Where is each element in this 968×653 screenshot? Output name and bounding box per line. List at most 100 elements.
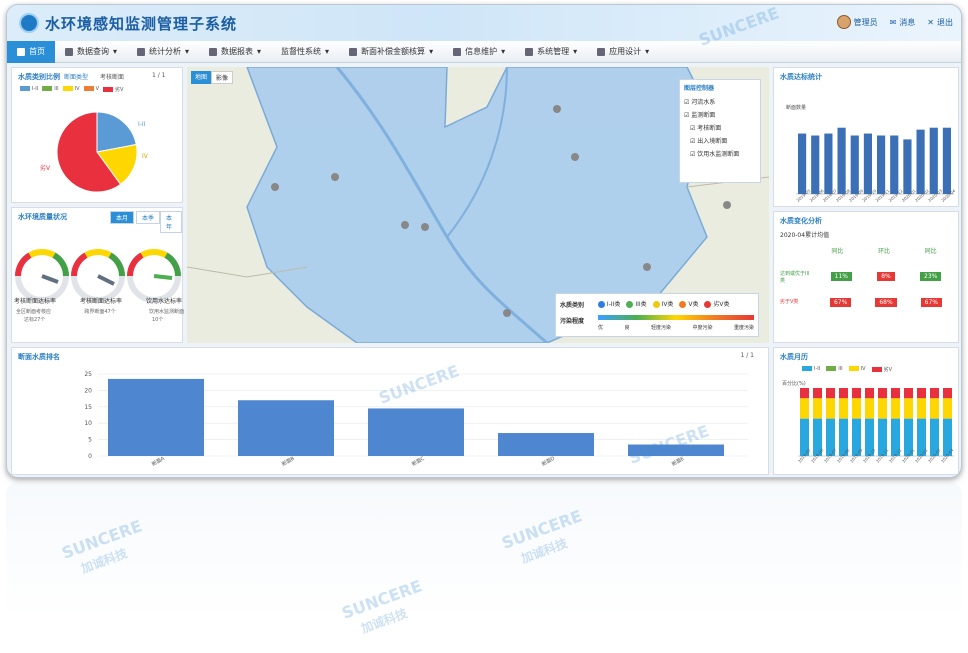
layer-item[interactable]: ☑ 出入境断面 — [680, 134, 760, 147]
tick-label: 断面E — [671, 455, 686, 468]
gauge-subs: 全区断面考核应 跨界断面47个 饮用水监测断面 — [16, 308, 184, 315]
gauge-label: 考核断面达标率 — [14, 298, 57, 305]
gauge-sub2: 10个 — [152, 317, 164, 323]
tick-label: 20 — [84, 387, 92, 394]
nav-label: 信息维护 — [465, 47, 498, 56]
bar — [108, 378, 204, 456]
col-header: 同比 — [924, 248, 937, 255]
stack-segment — [852, 398, 861, 419]
nav-compensation[interactable]: 断面补偿金额核算 ▾ — [339, 41, 443, 63]
report-icon — [209, 47, 218, 56]
stack-segment — [943, 398, 952, 419]
nav-system[interactable]: 系统管理 ▾ — [515, 41, 587, 63]
gauge-labels: 考核断面达标率 考核断面达标率 饮用水达标率 — [14, 296, 182, 305]
bar — [942, 127, 951, 194]
nav-supervision[interactable]: 监督性系统 ▾ — [271, 41, 339, 63]
legend-title: 水质类别 — [560, 302, 585, 309]
gauge-label: 饮用水达标率 — [145, 298, 182, 305]
stack-segment — [904, 388, 913, 399]
nav-statistics[interactable]: 统计分析 ▾ — [127, 41, 199, 63]
stack-segment — [813, 398, 822, 419]
layer-control: 图层控制器 ☑ 河流水系 ☑ 监测断面 ☑ 考核断面 ☑ 出入境断面 ☑ 饮用水… — [679, 79, 761, 183]
calculator-icon — [349, 47, 358, 56]
change-badge: 67% — [920, 298, 942, 307]
pie-label: I-II — [138, 121, 146, 128]
legend-item: I-II — [802, 366, 820, 373]
nav-app-design[interactable]: 应用设计 ▾ — [587, 41, 659, 63]
stack-segment — [852, 388, 861, 399]
nav-reports[interactable]: 数据报表 ▾ — [199, 41, 271, 63]
change-badge: 23% — [920, 272, 942, 281]
nav-data-query[interactable]: 数据查询 ▾ — [55, 41, 127, 63]
legend-item: 劣V — [871, 366, 892, 373]
map-marker — [271, 183, 279, 191]
panel-title: 断面水质排名 — [18, 353, 60, 361]
layer-item[interactable]: ☑ 河流水系 — [680, 95, 760, 108]
panel-title: 水质类别比例 — [18, 73, 60, 81]
map-view[interactable]: 地图 影像 图层控制器 ☑ 河流水系 ☑ 监测断面 ☑ 考核断面 ☑ 出入境断面… — [187, 67, 769, 343]
tick-label: 15 — [84, 404, 92, 411]
stack-segment — [800, 398, 809, 419]
map-legend: 水质类别 I-II类 III类 IV类 V类 劣V类 污染程度 优 良 轻度污染… — [555, 293, 759, 337]
change-panel: 水质变化分析 2020-04累计均值 同比 环比 同比 达到或优于III类 11… — [773, 211, 959, 343]
row-label: 达到或优于III类 — [780, 271, 810, 284]
stack-segment — [813, 388, 822, 399]
pie-label: IV — [142, 153, 149, 160]
layer-item[interactable]: ☑ 考核断面 — [680, 121, 760, 134]
col-header: 环比 — [877, 248, 890, 255]
nav-label: 系统管理 — [537, 47, 570, 56]
tab-year[interactable]: 本年 — [160, 211, 182, 233]
stack-segment — [943, 388, 952, 399]
tab-section-type[interactable]: 断面类型 — [64, 72, 88, 81]
pager[interactable]: 1 / 1 — [741, 352, 754, 359]
change-row-2: 67% 68% 67% — [818, 298, 954, 307]
header-actions: 管理员 ✉ 消息 ✕ 退出 — [836, 15, 953, 29]
bar — [498, 433, 594, 456]
logout-label: 退出 — [937, 17, 953, 27]
bar — [238, 400, 334, 456]
stack-segment — [800, 388, 809, 399]
reflection — [6, 482, 962, 622]
app-window: 水环境感知监测管理子系统 管理员 ✉ 消息 ✕ 退出 首页 数据查询 ▾ 统计分… — [6, 4, 962, 478]
message-icon: ✉ — [889, 17, 897, 27]
layer-item[interactable]: ☑ 监测断面 — [680, 108, 760, 121]
tick-label: 断面A — [151, 455, 167, 468]
tick-label: 25 — [84, 371, 92, 378]
tick-label: 断面B — [281, 455, 297, 468]
logout-button[interactable]: ✕ 退出 — [927, 17, 953, 28]
nav-home[interactable]: 首页 — [7, 40, 55, 63]
legend-item: 劣V类 — [704, 299, 730, 308]
legend-item: I-II — [20, 86, 38, 93]
main-nav: 首页 数据查询 ▾ 统计分析 ▾ 数据报表 ▾ 监督性系统 ▾ 断面补偿金额核算… — [7, 40, 961, 63]
layer-item[interactable]: ☑ 饮用水监测断面 — [680, 147, 760, 160]
gauge-sub: 全区断面考核应 — [16, 309, 52, 315]
legend-item: III — [42, 86, 59, 93]
chart-icon — [137, 47, 146, 56]
layer-label: 监测断面 — [691, 112, 716, 119]
tab-month[interactable]: 本月 — [110, 211, 135, 224]
user-menu[interactable]: 管理员 — [836, 15, 878, 29]
gauge-sub: 饮用水监测断面 — [148, 309, 184, 315]
wrench-icon — [453, 47, 462, 56]
map-tab-image[interactable]: 影像 — [211, 71, 234, 84]
stack-segment — [826, 388, 835, 399]
section-select[interactable]: 考核断面 — [100, 72, 124, 81]
pager[interactable]: 1 / 1 — [152, 72, 165, 79]
tick-label: 5 — [88, 437, 92, 444]
nav-label: 监督性系统 — [281, 47, 322, 56]
tab-quarter[interactable]: 本季 — [136, 211, 161, 224]
close-icon: ✕ — [927, 17, 934, 27]
stack-segment — [839, 398, 848, 419]
map-marker — [643, 263, 651, 271]
bar — [916, 129, 925, 194]
layer-label: 考核断面 — [697, 125, 722, 132]
nav-label: 数据报表 — [221, 47, 254, 56]
map-tab-map[interactable]: 地图 — [191, 71, 212, 84]
nav-info-maintenance[interactable]: 信息维护 ▾ — [443, 41, 515, 63]
pollution-title: 污染程度 — [560, 318, 585, 325]
gauge-3 — [126, 249, 182, 303]
panel-title: 水质变化分析 — [780, 217, 822, 225]
trend-legend: I-II III IV 劣V — [802, 366, 892, 373]
stack-segment — [865, 388, 874, 399]
messages-button[interactable]: ✉ 消息 — [890, 17, 916, 28]
